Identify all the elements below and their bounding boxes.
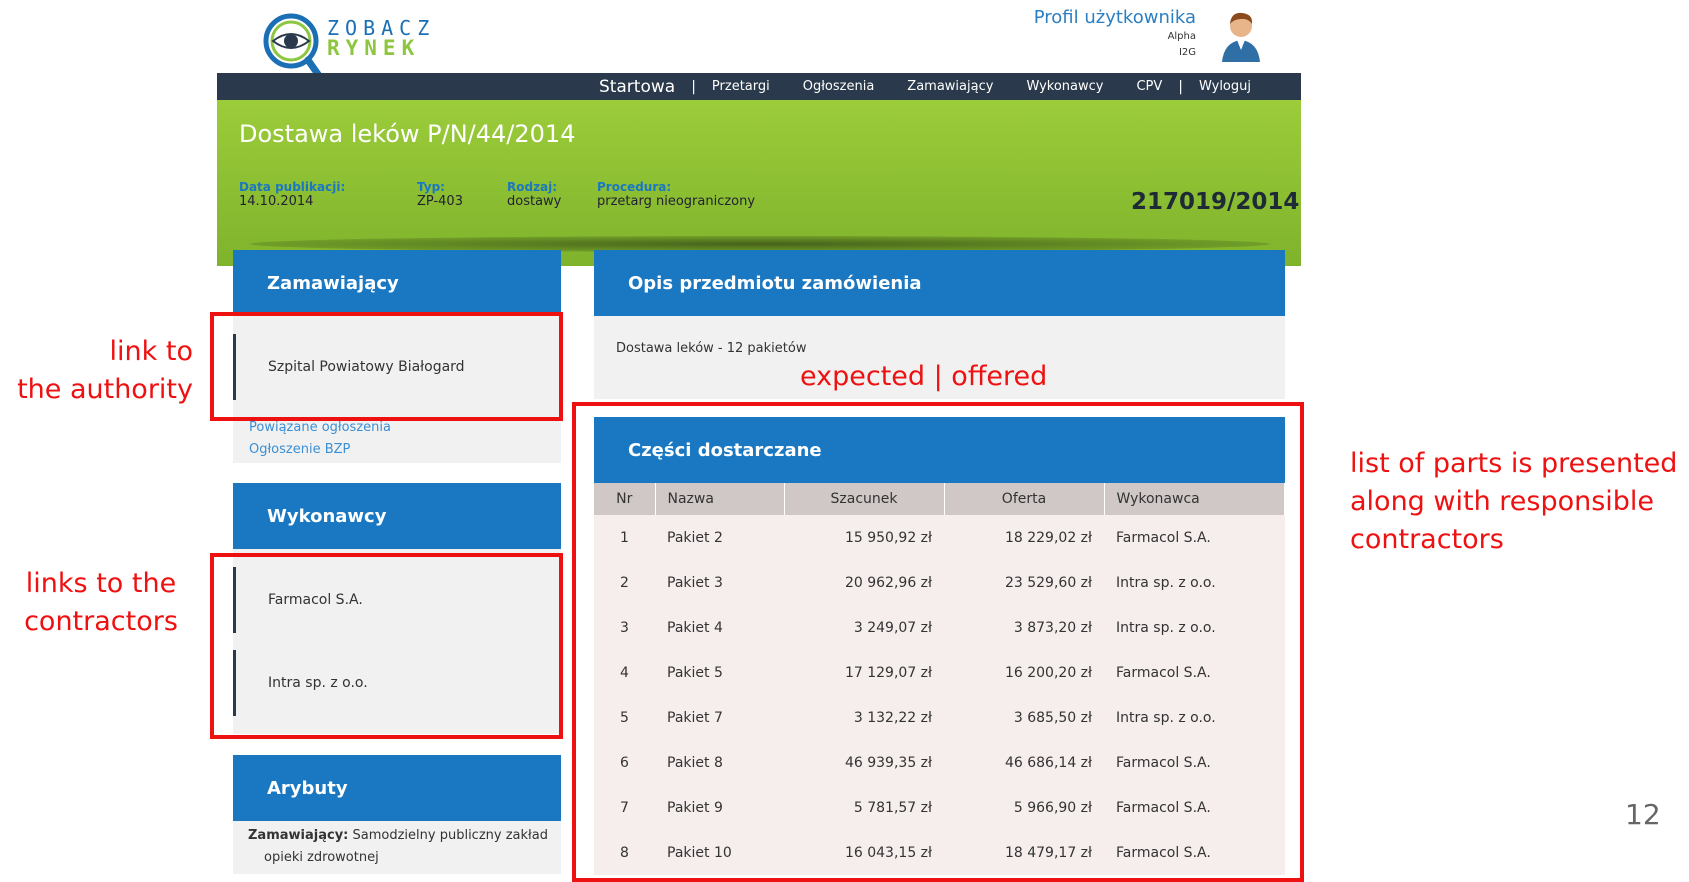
description-panel-title: Opis przedmiotu zamówienia [628, 272, 922, 294]
nav-przetargi[interactable]: Przetargi [712, 79, 770, 94]
attributes-panel-title: Arybuty [267, 777, 348, 799]
logo-text-bottom: RYNEK [327, 36, 421, 60]
meta-label: Rodzaj: [507, 180, 558, 194]
annotation-authority: link to the authority [17, 333, 193, 409]
annotation-line: along with responsible [1350, 486, 1655, 517]
avatar-icon[interactable] [1216, 6, 1266, 62]
annotation-box-parts [572, 402, 1304, 882]
bzp-notice-link[interactable]: Ogłoszenie BZP [249, 442, 350, 457]
nav-cpv[interactable]: CPV [1136, 79, 1162, 94]
description-panel-header: Opis przedmiotu zamówienia [594, 250, 1285, 316]
meta-label: Data publikacji: [239, 180, 346, 194]
nav-separator: | [691, 78, 696, 95]
profile-link[interactable]: Profil użytkownika [1034, 7, 1196, 28]
attributes-text: Zamawiający: Samodzielny publiczny zakła… [248, 825, 558, 869]
related-notices-link[interactable]: Powiązane ogłoszenia [249, 420, 391, 435]
annotation-expected-offered: expected | offered [800, 361, 1048, 392]
annotation-contractors: links to the contractors [22, 565, 180, 641]
meta-value: 14.10.2014 [239, 194, 314, 209]
main-nav-bar: Startowa | Przetargi Ogłoszenia Zamawiaj… [217, 73, 1301, 100]
annotation-line: list of parts is presented [1350, 448, 1678, 479]
meta-label: Procedura: [597, 180, 672, 194]
contractors-panel-title: Wykonawcy [267, 505, 387, 527]
meta-value: ZP-403 [417, 194, 463, 209]
annotation-line: the authority [17, 374, 193, 405]
annotation-line: contractors [24, 606, 178, 637]
nav-wykonawcy[interactable]: Wykonawcy [1026, 79, 1103, 94]
profile-name: Alpha [1167, 31, 1196, 42]
meta-label: Typ: [417, 180, 445, 194]
attribute-label: Zamawiający: [248, 828, 349, 843]
meta-value: przetarg nieograniczony [597, 194, 756, 209]
attribute-value: Samodzielny publiczny zakład [352, 828, 548, 843]
annotation-box-authority [210, 312, 563, 421]
profile-code: I2G [1178, 47, 1196, 58]
annotation-box-contractors [210, 553, 563, 739]
contractors-panel-header: Wykonawcy [233, 483, 561, 549]
meta-date: Data publikacji: 14.10.2014 [239, 180, 345, 209]
attributes-panel-header: Arybuty [233, 755, 561, 821]
meta-value: dostawy [507, 194, 562, 209]
slide-number: 12 [1625, 798, 1661, 831]
authority-panel-header: Zamawiający [233, 250, 561, 316]
meta-kind: Rodzaj: dostawy [507, 180, 561, 209]
notice-title: Dostawa leków P/N/44/2014 [239, 120, 576, 148]
annotation-line: contractors [1350, 524, 1504, 555]
nav-wyloguj[interactable]: Wyloguj [1199, 79, 1251, 94]
annotation-line: link to [109, 336, 193, 367]
notice-number: 217019/2014 [1131, 189, 1300, 215]
meta-procedure: Procedura: przetarg nieograniczony [597, 180, 755, 209]
annotation-parts: list of parts is presented along with re… [1350, 445, 1677, 559]
attribute-value-cont: opieki zdrowotnej [264, 850, 379, 865]
description-text: Dostawa leków - 12 pakietów [616, 341, 807, 356]
annotation-line: links to the [25, 568, 177, 599]
authority-panel-title: Zamawiający [267, 272, 399, 294]
nav-separator: | [1178, 78, 1183, 95]
meta-type: Typ: ZP-403 [417, 180, 463, 209]
nav-startowa[interactable]: Startowa [599, 77, 675, 97]
main-nav: Startowa | Przetargi Ogłoszenia Zamawiaj… [566, 73, 1301, 100]
nav-zamawiajacy[interactable]: Zamawiający [907, 79, 993, 94]
nav-ogloszenia[interactable]: Ogłoszenia [803, 79, 875, 94]
